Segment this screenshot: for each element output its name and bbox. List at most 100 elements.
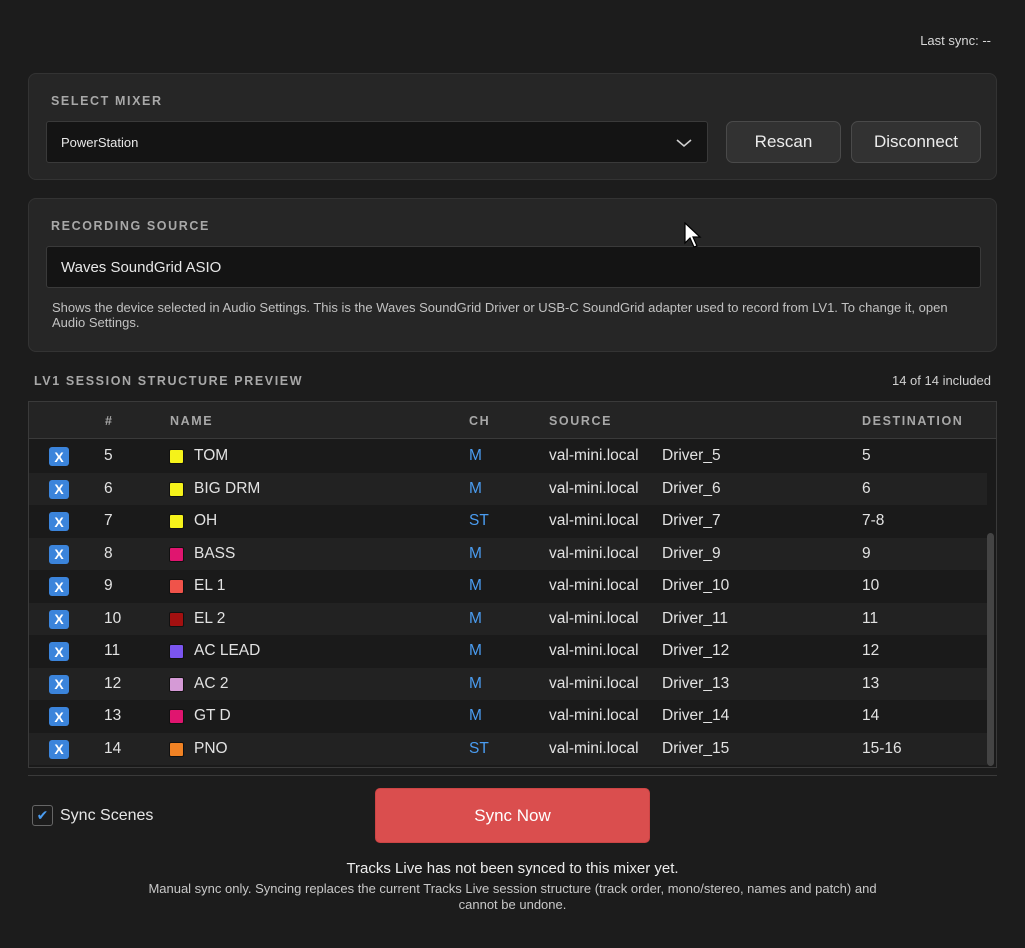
track-name: TOM (194, 447, 229, 464)
track-destination: 5 (862, 447, 871, 464)
source-host: val-mini.local (549, 512, 639, 529)
recording-source-help: Shows the device selected in Audio Setti… (52, 300, 948, 330)
channel-mode: M (469, 544, 482, 562)
select-mixer-panel: SELECT MIXER PowerStation Rescan Disconn… (28, 73, 997, 180)
track-number: 8 (104, 544, 113, 562)
channel-mode: M (469, 642, 482, 659)
include-checkbox[interactable]: X (49, 544, 69, 564)
track-name: AC LEAD (194, 642, 261, 659)
include-checkbox[interactable]: X (49, 642, 69, 661)
track-destination: 15-16 (862, 739, 902, 757)
track-number: 10 (104, 609, 122, 627)
sync-warning-note: Manual sync only. Syncing replaces the c… (148, 881, 877, 912)
channel-mode: M (469, 447, 482, 464)
sync-now-button[interactable]: Sync Now (375, 788, 650, 843)
check-icon: ✔ (36, 807, 49, 823)
track-number: 5 (104, 447, 113, 464)
track-number: 9 (104, 577, 113, 594)
track-color-swatch (169, 741, 184, 757)
table-row[interactable]: X 5 TOM Mval-mini.local Driver_5 5 (29, 440, 987, 473)
include-checkbox[interactable]: X (49, 479, 69, 499)
last-sync-status: Last sync: -- (920, 33, 991, 48)
channel-mode: ST (469, 512, 489, 529)
source-driver: Driver_14 (662, 707, 730, 724)
rescan-button[interactable]: Rescan (726, 121, 841, 163)
disconnect-button[interactable]: Disconnect (851, 121, 981, 163)
mixer-select[interactable]: PowerStation (46, 121, 708, 163)
include-checkbox[interactable]: X (49, 609, 69, 629)
recording-source-panel: RECORDING SOURCE Waves SoundGrid ASIO Sh… (28, 198, 997, 352)
include-checkbox[interactable]: X (49, 577, 69, 596)
track-color-swatch (169, 709, 184, 724)
include-checkbox[interactable]: X (49, 739, 69, 759)
mixer-select-value: PowerStation (61, 134, 139, 150)
track-destination: 11 (862, 609, 879, 627)
track-name: BASS (194, 544, 236, 562)
track-name: GT D (194, 707, 231, 724)
include-checkbox[interactable]: X (49, 674, 69, 694)
sync-scenes-label: Sync Scenes (60, 806, 154, 824)
channel-mode: M (469, 707, 482, 724)
source-host: val-mini.local (549, 479, 639, 497)
table-row[interactable]: X 8 BASS Mval-mini.local Driver_9 9 (29, 537, 987, 570)
channel-mode: M (469, 479, 482, 497)
track-color-swatch (169, 676, 184, 692)
track-color-swatch (169, 579, 184, 594)
divider (28, 775, 997, 776)
table-row[interactable]: X 14 PNO ST val-mini.local Driver_15 15-16 (29, 732, 987, 765)
source-host: val-mini.local (549, 707, 639, 724)
track-destination: 13 (862, 674, 880, 692)
column-name: NAME (170, 414, 214, 428)
track-name: BIG DRM (194, 479, 261, 497)
track-destination: 14 (862, 707, 880, 724)
source-host: val-mini.local (549, 739, 639, 757)
track-number: 13 (104, 707, 122, 724)
table-row[interactable]: X 10 EL 2 Mval-mini.local Driver_11 11 (29, 602, 987, 635)
include-checkbox[interactable]: X (49, 707, 69, 726)
source-host: val-mini.local (549, 544, 639, 562)
table-header: # NAME CH SOURCE DESTINATION (29, 402, 996, 439)
channel-mode: ST (469, 739, 489, 757)
column-ch: CH (469, 414, 491, 428)
table-row[interactable]: X 11 AC LEAD Mval-mini.local Driver_12 12 (29, 635, 987, 668)
table-row[interactable]: X 12 AC 2 Mval-mini.local Driver_13 13 (29, 667, 987, 700)
channel-mode: M (469, 577, 482, 594)
table-scrollbar[interactable] (987, 533, 994, 766)
chevron-down-icon (676, 139, 692, 148)
table-row[interactable]: X 9 EL 1 Mval-mini.local Driver_10 10 (29, 570, 987, 603)
table-row[interactable]: X 6 BIG DRM Mval-mini.local Driver_6 6 (29, 472, 987, 505)
source-driver: Driver_15 (662, 739, 730, 757)
track-number: 7 (104, 512, 113, 529)
track-destination: 7-8 (862, 512, 885, 529)
track-name: AC 2 (194, 674, 229, 692)
source-driver: Driver_11 (662, 609, 729, 627)
include-checkbox[interactable]: X (49, 512, 69, 531)
track-destination: 10 (862, 577, 880, 594)
source-host: val-mini.local (549, 577, 639, 594)
track-destination: 9 (862, 544, 871, 562)
recording-source-field: Waves SoundGrid ASIO (46, 246, 981, 288)
session-preview-label: LV1 SESSION STRUCTURE PREVIEW (34, 374, 304, 388)
source-host: val-mini.local (549, 642, 639, 659)
recording-source-label: RECORDING SOURCE (51, 219, 210, 233)
track-destination: 12 (862, 642, 880, 659)
source-driver: Driver_9 (662, 544, 721, 562)
source-driver: Driver_12 (662, 642, 730, 659)
session-structure-table: # NAME CH SOURCE DESTINATION X 5 TOM Mval-m… (28, 401, 997, 768)
source-host: val-mini.local (549, 447, 639, 464)
track-color-swatch (169, 546, 184, 562)
track-destination: 6 (862, 479, 871, 497)
table-row[interactable]: X 7 OH ST val-mini.local Driver_7 7-8 (29, 505, 987, 538)
source-driver: Driver_7 (662, 512, 721, 529)
track-color-swatch (169, 481, 184, 497)
recording-source-value: Waves SoundGrid ASIO (61, 258, 222, 276)
sync-scenes-checkbox[interactable]: ✔ (32, 805, 53, 826)
table-row[interactable]: X 13 GT D Mval-mini.local Driver_14 14 (29, 700, 987, 733)
sync-scenes-toggle[interactable]: ✔ Sync Scenes (32, 805, 153, 826)
column-number: # (105, 414, 114, 428)
include-checkbox[interactable]: X (49, 447, 69, 466)
source-driver: Driver_13 (662, 674, 730, 692)
column-source: SOURCE (549, 414, 613, 428)
source-driver: Driver_6 (662, 479, 721, 497)
source-driver: Driver_5 (662, 447, 721, 464)
